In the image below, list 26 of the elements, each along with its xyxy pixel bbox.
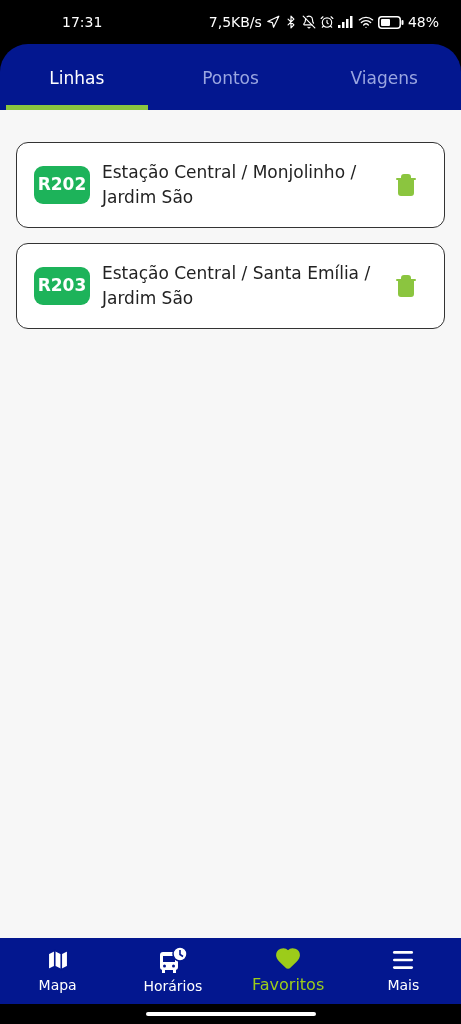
line-name: Estação Central / Santa Emília / Jardim São [102,262,372,310]
battery-percent: 48% [407,12,439,32]
nav-item[interactable]: Horários [115,938,231,1004]
location-icon [265,15,280,29]
status-time: 17:31 [62,12,103,32]
nav-item[interactable]: Mais [345,938,461,1004]
nav-item[interactable]: Favoritos [230,938,346,1004]
trash-icon[interactable] [394,173,418,197]
mute-icon [301,15,316,29]
bus-clock-icon [157,945,188,974]
line-code: R203 [34,267,90,305]
favorite-line-card[interactable]: R202 Estação Central / Monjolinho / Jardim São [16,142,445,228]
battery-icon [377,15,404,29]
tab[interactable]: Linhas [0,44,154,110]
heart-icon [275,945,302,971]
signal-icon [337,16,354,28]
wifi-icon [357,14,374,30]
tab[interactable]: Pontos [153,44,308,110]
favorite-line-card[interactable]: R203 Estação Central / Santa Emília / Jardim São [16,243,445,329]
line-code: R202 [34,166,90,204]
alarm-icon [319,15,334,29]
tab[interactable]: Viagens [307,44,461,110]
nav-item[interactable]: Mapa [0,938,116,1004]
trash-icon[interactable] [394,274,418,298]
line-name: Estação Central / Monjolinho / Jardim São [102,161,358,209]
network-speed: 7,5KB/s [208,12,262,32]
